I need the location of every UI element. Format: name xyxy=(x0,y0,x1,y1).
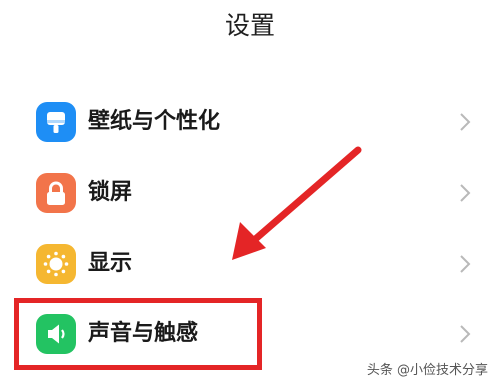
settings-item-display[interactable]: 显示 xyxy=(22,234,478,294)
settings-item-wallpaper[interactable]: 壁纸与个性化 xyxy=(22,92,478,152)
chevron-right-icon xyxy=(458,182,472,204)
chevron-right-icon xyxy=(458,253,472,275)
settings-item-label: 锁屏 xyxy=(88,180,133,205)
highlight-box xyxy=(14,298,262,370)
wallpaper-icon xyxy=(36,102,76,142)
chevron-right-icon xyxy=(458,323,472,345)
chevron-right-icon xyxy=(458,111,472,133)
watermark: 头条 @小俭技术分享 xyxy=(366,363,488,378)
settings-item-label: 显示 xyxy=(88,251,133,276)
page-title: 设置 xyxy=(224,11,275,40)
lock-icon xyxy=(36,173,76,213)
settings-item-label: 壁纸与个性化 xyxy=(88,109,221,134)
sun-icon xyxy=(36,244,76,284)
settings-item-lock-screen[interactable]: 锁屏 xyxy=(22,163,478,223)
